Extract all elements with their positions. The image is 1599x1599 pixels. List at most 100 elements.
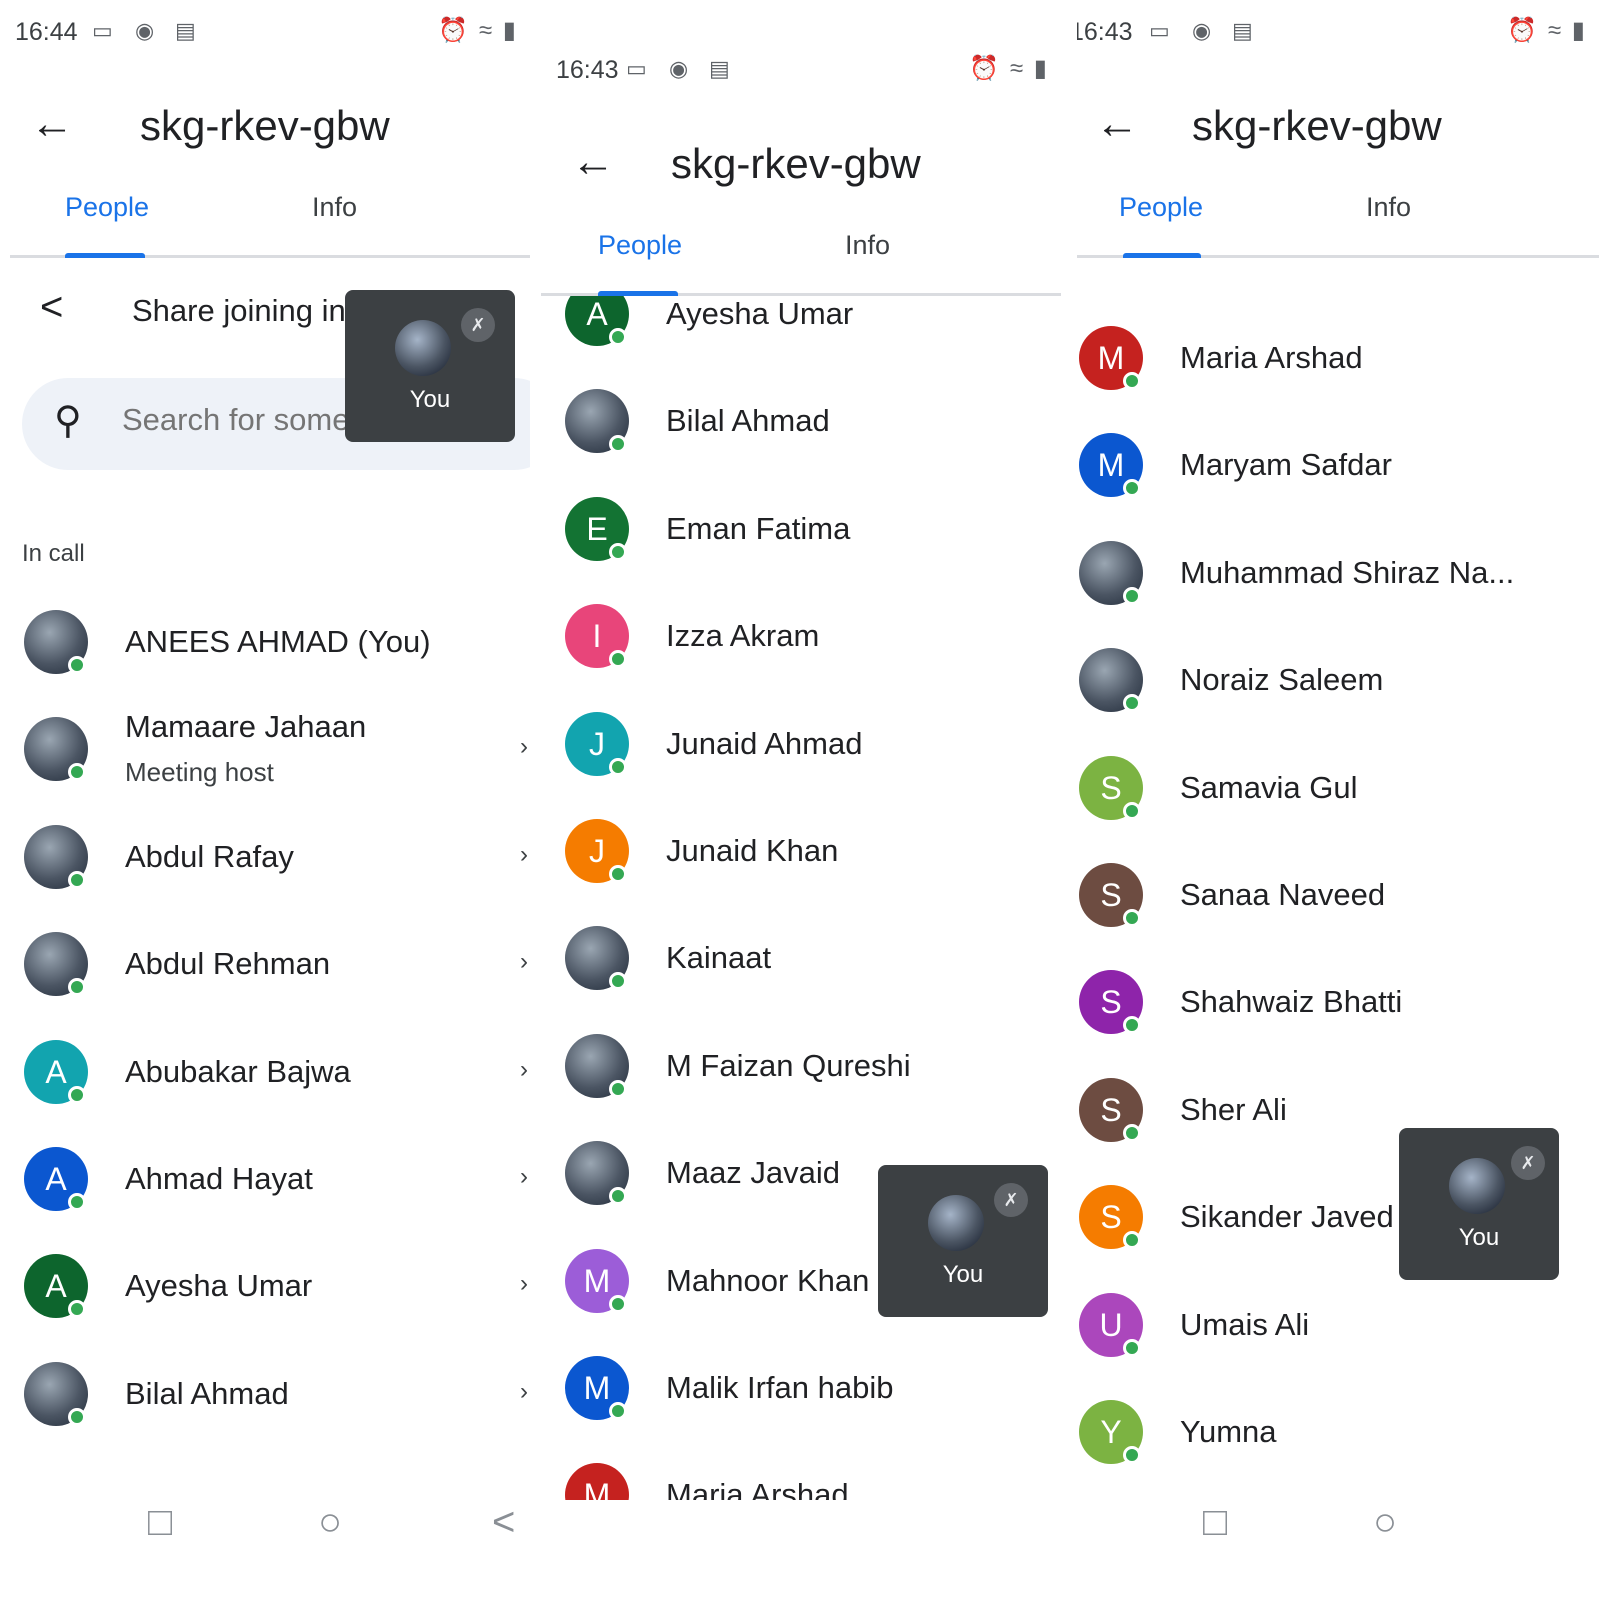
participant-row[interactable]: A Ayesha Umar xyxy=(541,296,1061,364)
self-tile-label: You xyxy=(1458,1224,1500,1251)
participant-row[interactable]: J Junaid Ahmad xyxy=(541,694,1061,794)
tab-bar: People Info xyxy=(1077,188,1599,258)
participant-name: Samavia Gul xyxy=(1180,769,1358,805)
tab-info[interactable]: Info xyxy=(1366,192,1411,223)
search-icon: ⚲ xyxy=(54,400,82,442)
gamepad-icon: ▤ xyxy=(175,18,196,43)
participant-row[interactable]: Mamaare Jahaan Meeting host › xyxy=(0,699,530,799)
online-status-dot xyxy=(609,650,627,669)
participant-row[interactable]: J Junaid Khan xyxy=(541,801,1061,901)
online-status-dot xyxy=(68,656,86,674)
status-right-icons: ⏰ ≈ ▮ xyxy=(438,17,518,44)
participant-row[interactable]: Abdul Rafay › xyxy=(0,807,530,907)
participant-row[interactable]: A Ahmad Hayat › xyxy=(0,1129,530,1229)
online-status-dot xyxy=(1123,479,1141,498)
participant-name: Abdul Rafay xyxy=(125,838,294,874)
system-nav-bar: □ ○ xyxy=(1077,1500,1599,1560)
system-nav-bar: □ ○ < xyxy=(0,1500,530,1560)
participant-row[interactable]: M Faizan Qureshi xyxy=(541,1016,1061,1116)
participant-row[interactable]: A Ayesha Umar › xyxy=(0,1236,530,1336)
participant-row[interactable]: U Umais Ali xyxy=(1077,1275,1599,1375)
participant-name: Sikander Javed xyxy=(1180,1199,1394,1235)
participant-row[interactable]: A Abubakar Bajwa › xyxy=(0,1022,530,1122)
participant-row[interactable]: E Eman Fatima xyxy=(541,479,1061,579)
participant-row[interactable]: M Maria Arshad xyxy=(1077,308,1599,408)
online-status-dot xyxy=(1123,1446,1141,1464)
recents-icon[interactable]: □ xyxy=(1203,1500,1227,1545)
participant-row[interactable]: M Malik Irfan habib xyxy=(541,1338,1061,1438)
tab-people[interactable]: People xyxy=(1119,192,1203,223)
participant-row[interactable]: S Shahwaiz Bhatti xyxy=(1077,952,1599,1052)
participant-name: Junaid Khan xyxy=(666,833,839,868)
participant-list: M Maria Arshad M Maryam Safdar Muhammad Shir… xyxy=(1077,300,1599,1500)
gamepad-icon: ▤ xyxy=(1232,18,1253,43)
self-view-tile[interactable]: ✗ You xyxy=(345,290,515,442)
tab-bar: People Info xyxy=(541,226,1061,296)
back-arrow-icon[interactable]: ← xyxy=(571,140,615,184)
status-bar: 16:44 ▭ ◉ ▤ ⏰ ≈ ▮ xyxy=(0,12,530,52)
top-app-bar: ← skg-rkev-gbw xyxy=(1077,96,1599,166)
mic-off-icon: ✗ xyxy=(994,1183,1028,1217)
participant-row[interactable]: Kainaat xyxy=(541,908,1061,1008)
gamepad-icon: ▤ xyxy=(709,56,730,81)
participant-row[interactable]: Bilal Ahmad › xyxy=(0,1344,530,1444)
participant-name: Umais Ali xyxy=(1180,1306,1310,1342)
home-icon[interactable]: ○ xyxy=(318,1500,342,1545)
participant-row[interactable]: S Sanaa Naveed xyxy=(1077,845,1599,945)
participant-name: Abubakar Bajwa xyxy=(125,1053,351,1089)
back-arrow-icon[interactable]: ← xyxy=(1095,102,1139,146)
participant-row[interactable]: Y Yumna xyxy=(1077,1382,1599,1482)
online-status-dot xyxy=(1123,801,1141,820)
tab-info[interactable]: Info xyxy=(312,192,357,223)
video-icon: ▭ xyxy=(626,56,647,81)
participant-row[interactable]: Bilal Ahmad xyxy=(541,371,1061,471)
meeting-title: skg-rkev-gbw xyxy=(671,140,921,187)
participant-name: Mamaare Jahaan xyxy=(125,709,367,745)
participant-name: Shahwaiz Bhatti xyxy=(1180,984,1403,1020)
online-status-dot xyxy=(609,435,627,454)
online-status-dot xyxy=(609,865,627,883)
participant-menu-icon[interactable]: › xyxy=(520,733,528,761)
tab-people[interactable]: People xyxy=(598,230,682,261)
online-status-dot xyxy=(1123,1123,1141,1142)
participant-menu-icon[interactable]: › xyxy=(520,948,528,976)
back-nav-icon[interactable]: < xyxy=(492,1500,515,1545)
participant-row[interactable]: I Izza Akram xyxy=(541,586,1061,686)
status-right-icons: ⏰ ≈ ▮ xyxy=(969,55,1049,82)
participant-name: Izza Akram xyxy=(666,618,820,654)
participant-row[interactable]: Noraiz Saleem xyxy=(1077,630,1599,730)
participant-name: Kainaat xyxy=(666,940,772,976)
share-label: Share joining inf xyxy=(132,293,355,328)
participant-list: A Ayesha Umar Bilal Ahmad E Eman Fatima I Izza… xyxy=(541,296,1061,1500)
self-view-tile[interactable]: ✗ You xyxy=(878,1165,1048,1317)
home-icon[interactable]: ○ xyxy=(1373,1500,1397,1545)
online-status-dot xyxy=(68,978,86,997)
online-status-dot xyxy=(1123,372,1141,390)
participant-menu-icon[interactable]: › xyxy=(520,841,528,869)
recents-icon[interactable]: □ xyxy=(148,1500,172,1545)
participant-menu-icon[interactable]: › xyxy=(520,1056,528,1084)
status-time: 16:44 xyxy=(15,18,78,46)
self-view-tile[interactable]: ✗ You xyxy=(1399,1128,1559,1280)
participant-row[interactable]: Muhammad Shiraz Na... xyxy=(1077,523,1599,623)
tab-indicator xyxy=(65,253,145,258)
online-status-dot xyxy=(1123,1231,1141,1250)
participant-name: Muhammad Shiraz Na... xyxy=(1180,554,1515,590)
participant-menu-icon[interactable]: › xyxy=(520,1270,528,1298)
participant-name: ANEES AHMAD (You) xyxy=(125,624,431,659)
participant-row[interactable]: ANEES AHMAD (You) xyxy=(0,592,530,692)
panel-people-middle: 16:43 ▭ ◉ ▤ ⏰ ≈ ▮ ← skg-rkev-gbw People … xyxy=(541,0,1061,1599)
tab-people[interactable]: People xyxy=(65,192,149,223)
participant-row[interactable]: Abdul Rehman › xyxy=(0,914,530,1014)
participant-name: Sher Ali xyxy=(1180,1091,1287,1127)
record-icon: ◉ xyxy=(1192,18,1212,43)
online-status-dot xyxy=(609,757,627,776)
participant-row[interactable]: M Maryam Safdar xyxy=(1077,415,1599,515)
tab-info[interactable]: Info xyxy=(845,230,890,261)
tab-indicator xyxy=(1123,253,1201,258)
participant-row[interactable]: S Samavia Gul xyxy=(1077,738,1599,838)
participant-menu-icon[interactable]: › xyxy=(520,1163,528,1191)
back-arrow-icon[interactable]: ← xyxy=(30,102,74,146)
participant-row[interactable]: M Maria Arshad xyxy=(541,1445,1061,1500)
participant-menu-icon[interactable]: › xyxy=(520,1378,528,1406)
